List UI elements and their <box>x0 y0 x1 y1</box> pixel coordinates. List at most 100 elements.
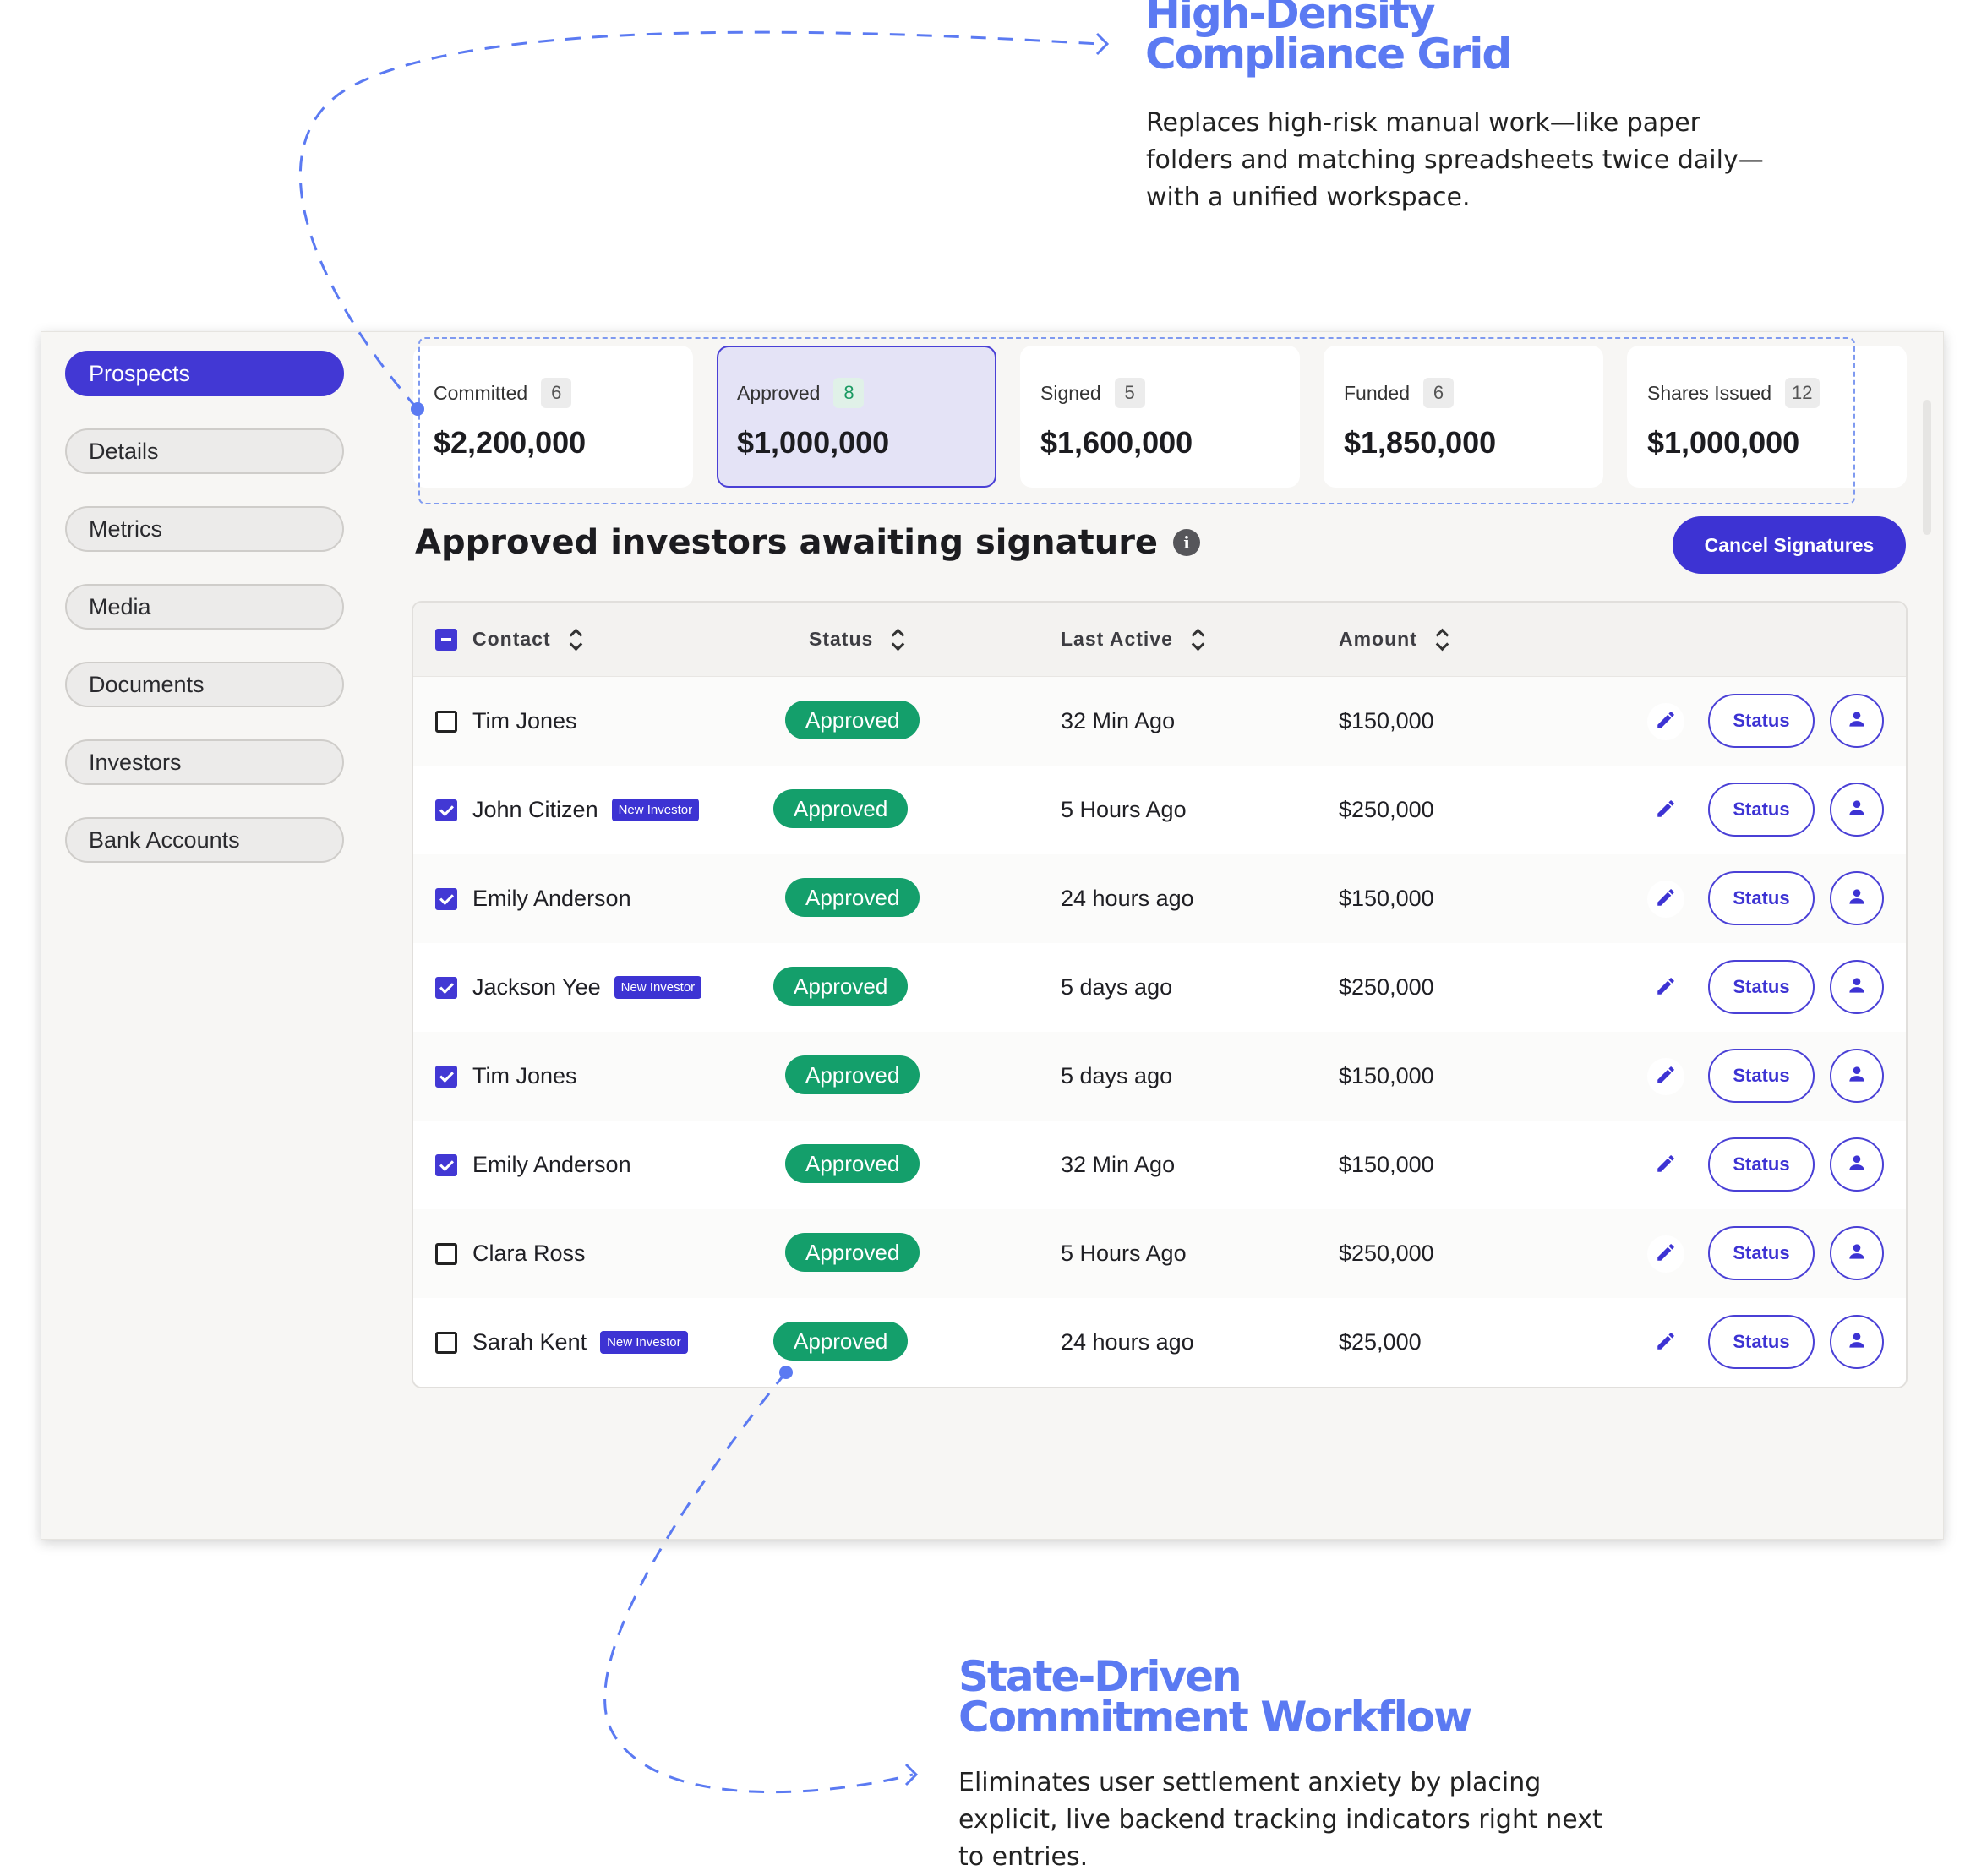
scrollbar[interactable] <box>1923 400 1931 535</box>
contact-name: Clara Ross <box>472 1241 586 1266</box>
contact-cell: Emily Anderson <box>472 886 631 912</box>
section-title-text: Approved investors awaiting signature <box>415 523 1159 562</box>
contact-name: Emily Anderson <box>472 1152 631 1177</box>
info-icon[interactable]: i <box>1173 529 1201 556</box>
row-status-button[interactable]: Status <box>1708 871 1815 925</box>
last-active-cell: 32 Min Ago <box>1061 1152 1176 1177</box>
view-investor-button[interactable] <box>1830 1137 1884 1192</box>
stat-card-shares-issued[interactable]: Shares Issued 12 $1,000,000 <box>1627 346 1907 488</box>
stat-card-signed[interactable]: Signed 5 $1,600,000 <box>1020 346 1300 488</box>
stat-card-funded[interactable]: Funded 6 $1,850,000 <box>1324 346 1603 488</box>
table-row[interactable]: Tim Jones Approved 32 Min Ago $150,000 Statu… <box>413 677 1906 766</box>
row-checkbox[interactable] <box>435 710 457 733</box>
row-status-button[interactable]: Status <box>1708 694 1815 748</box>
callout-desc-line: with a unified workspace. <box>1146 183 1471 212</box>
stat-amount: $1,850,000 <box>1344 425 1497 460</box>
stat-card-approved[interactable]: Approved 8 $1,000,000 <box>717 346 996 488</box>
sidebar-item-details[interactable]: Details <box>65 428 344 474</box>
column-header-last-active[interactable]: Last Active <box>1061 627 1204 652</box>
callout-desc-line: Eliminates user settlement anxiety by pl… <box>958 1768 1542 1797</box>
edit-button[interactable] <box>1647 1058 1684 1095</box>
arrowhead-icon <box>904 1763 919 1786</box>
column-header-contact[interactable]: Contact <box>472 627 581 652</box>
row-status-button[interactable]: Status <box>1708 1315 1815 1369</box>
callout-desc-line: Replaces high-risk manual work—like pape… <box>1146 108 1700 138</box>
user-icon <box>1846 708 1868 734</box>
table-header: Contact Status Last Active Amount <box>413 603 1906 677</box>
amount-cell: $150,000 <box>1339 1063 1434 1088</box>
column-header-status[interactable]: Status <box>809 627 903 652</box>
view-investor-button[interactable] <box>1830 1049 1884 1103</box>
table-row[interactable]: Jackson Yee New Investor Approved 5 days ag… <box>413 943 1906 1032</box>
table-row[interactable]: Emily Anderson Approved 24 hours ago $150,0… <box>413 854 1906 943</box>
stat-label: Committed <box>434 381 528 404</box>
edit-button[interactable] <box>1647 1235 1684 1273</box>
pencil-icon <box>1655 1064 1677 1090</box>
pencil-icon <box>1655 1330 1677 1356</box>
row-status-button[interactable]: Status <box>1708 1137 1815 1192</box>
edit-button[interactable] <box>1647 1324 1684 1361</box>
amount-cell: $150,000 <box>1339 708 1434 733</box>
edit-button[interactable] <box>1647 792 1684 829</box>
stat-amount: $2,200,000 <box>434 425 587 460</box>
row-status-button[interactable]: Status <box>1708 1226 1815 1280</box>
user-icon <box>1846 886 1868 912</box>
sidebar-item-investors[interactable]: Investors <box>65 739 344 785</box>
view-investor-button[interactable] <box>1830 1226 1884 1280</box>
row-status-button[interactable]: Status <box>1708 960 1815 1014</box>
stat-label: Approved <box>737 381 821 404</box>
new-investor-badge: New Investor <box>600 1331 688 1354</box>
sidebar-item-metrics[interactable]: Metrics <box>65 506 344 552</box>
row-checkbox[interactable] <box>435 976 457 999</box>
contact-cell: Sarah Kent New Investor <box>472 1329 688 1355</box>
table-row[interactable]: Emily Anderson Approved 32 Min Ago $150,000… <box>413 1121 1906 1209</box>
callout-title-line: Compliance Grid <box>1145 30 1512 79</box>
row-checkbox[interactable] <box>435 1331 457 1354</box>
sort-icon <box>1436 627 1448 652</box>
status-badge: Approved <box>773 967 909 1006</box>
view-investor-button[interactable] <box>1830 871 1884 925</box>
stat-label: Funded <box>1344 381 1411 404</box>
stat-card-committed[interactable]: Committed 6 $2,200,000 <box>413 346 693 488</box>
sidebar-item-bank-accounts[interactable]: Bank Accounts <box>65 817 344 863</box>
table-row[interactable]: John Citizen New Investor Approved 5 Hours … <box>413 766 1906 854</box>
table-row[interactable]: Clara Ross Approved 5 Hours Ago $250,000 Sta… <box>413 1209 1906 1298</box>
edit-button[interactable] <box>1647 703 1684 740</box>
table-row[interactable]: Tim Jones Approved 5 days ago $150,000 Statu… <box>413 1032 1906 1121</box>
table-body: Tim Jones Approved 32 Min Ago $150,000 Statu… <box>413 677 1906 1387</box>
sidebar-item-documents[interactable]: Documents <box>65 662 344 707</box>
cancel-signatures-button[interactable]: Cancel Signatures <box>1673 516 1906 574</box>
view-investor-button[interactable] <box>1830 960 1884 1014</box>
sort-icon <box>892 627 903 652</box>
row-checkbox[interactable] <box>435 887 457 910</box>
view-investor-button[interactable] <box>1830 1315 1884 1369</box>
amount-cell: $150,000 <box>1339 1152 1434 1177</box>
stat-header: Committed 6 <box>434 378 693 408</box>
sort-icon <box>570 627 581 652</box>
row-status-button[interactable]: Status <box>1708 1049 1815 1103</box>
row-checkbox[interactable] <box>435 1153 457 1176</box>
column-header-amount[interactable]: Amount <box>1339 627 1448 652</box>
edit-button[interactable] <box>1647 969 1684 1006</box>
row-checkbox[interactable] <box>435 799 457 821</box>
callout-title-compliance-grid: High-Density Compliance Grid <box>1145 0 1512 79</box>
user-icon <box>1846 1152 1868 1178</box>
edit-button[interactable] <box>1647 881 1684 918</box>
pencil-icon <box>1655 975 1677 1001</box>
callout-desc-commitment-workflow: Eliminates user settlement anxiety by pl… <box>958 1764 1602 1876</box>
select-all-checkbox[interactable] <box>435 629 457 651</box>
row-status-button[interactable]: Status <box>1708 783 1815 837</box>
sidebar-item-media[interactable]: Media <box>65 584 344 630</box>
row-checkbox[interactable] <box>435 1242 457 1265</box>
last-active-cell: 24 hours ago <box>1061 886 1194 911</box>
callout-desc-line: to entries. <box>958 1842 1089 1872</box>
edit-button[interactable] <box>1647 1147 1684 1184</box>
contact-cell: Jackson Yee New Investor <box>472 974 702 1001</box>
view-investor-button[interactable] <box>1830 694 1884 748</box>
status-badge: Approved <box>785 878 920 917</box>
table-row[interactable]: Sarah Kent New Investor Approved 24 hours a… <box>413 1298 1906 1387</box>
view-investor-button[interactable] <box>1830 783 1884 837</box>
sidebar-item-prospects[interactable]: Prospects <box>65 351 344 396</box>
row-checkbox[interactable] <box>435 1065 457 1088</box>
callout-desc-line: explicit, live backend tracking indicato… <box>958 1805 1602 1835</box>
